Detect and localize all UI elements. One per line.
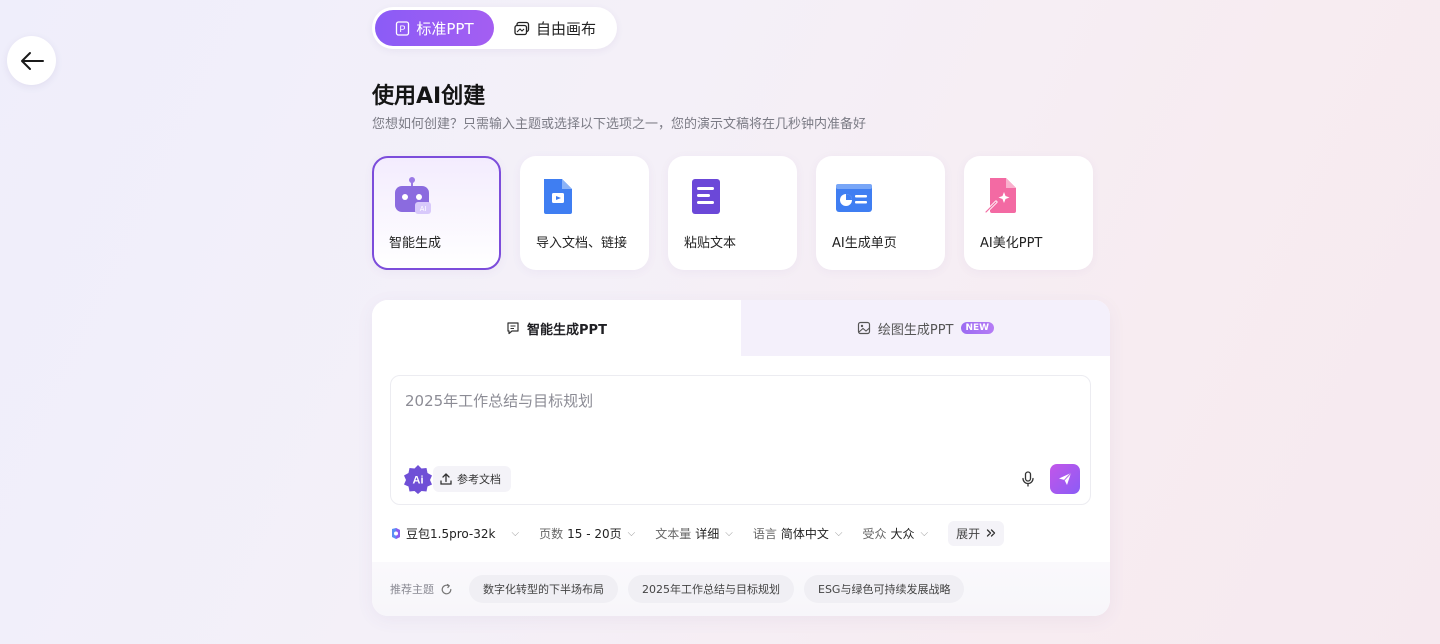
single-page-icon	[836, 184, 872, 212]
recommended-topics-label: 推荐主题	[390, 581, 453, 597]
double-chevron-right-icon	[986, 529, 996, 537]
generate-tabs: 智能生成PPT 绘图生成PPT NEW	[372, 300, 1110, 356]
free-canvas-label: 自由画布	[536, 19, 597, 38]
tab-smart-ppt-label: 智能生成PPT	[527, 322, 607, 338]
doubao-logo-icon	[392, 527, 400, 539]
refresh-icon[interactable]	[440, 583, 453, 596]
pages-value: 15 - 20页	[567, 526, 622, 541]
card-label: 导入文档、链接	[536, 236, 628, 251]
audience-label: 受众	[862, 526, 887, 541]
card-beautify-ppt[interactable]: AI美化PPT	[964, 156, 1093, 270]
ppt-icon: P	[396, 20, 410, 36]
recommended-topics: 推荐主题 数字化转型的下半场布局 2025年工作总结与目标规划 ESG与绿色可持…	[372, 562, 1110, 616]
creation-options: AI 智能生成 导入文档、链接 粘贴文本 AI生成单页 AI美化PPT	[372, 156, 1093, 270]
microphone-icon[interactable]	[1019, 470, 1037, 488]
tab-drawing-ppt[interactable]: 绘图生成PPT NEW	[741, 300, 1110, 356]
card-single-page[interactable]: AI生成单页	[816, 156, 945, 270]
chevron-down-icon: ⌵	[920, 527, 929, 539]
page-title: 使用AI创建	[372, 84, 486, 109]
recommend-label-text: 推荐主题	[390, 583, 434, 596]
chevron-down-icon: ⌵	[834, 527, 843, 539]
card-paste-text[interactable]: 粘贴文本	[668, 156, 797, 270]
card-label: AI生成单页	[832, 236, 897, 251]
reference-doc-button[interactable]: 参考文档	[433, 466, 511, 492]
generation-options: 豆包1.5pro-32k ⌵ 页数 15 - 20页 ⌵ 文本量 详细 ⌵ 语言…	[390, 520, 1005, 546]
reference-doc-label: 参考文档	[457, 473, 501, 486]
free-canvas-button[interactable]: 自由画布	[498, 10, 612, 46]
tab-smart-ppt[interactable]: 智能生成PPT	[372, 300, 741, 356]
prompt-input[interactable]: 2025年工作总结与目标规划 Ai 参考文档	[390, 375, 1091, 505]
chevron-down-icon: ⌵	[725, 527, 733, 539]
language-value: 简体中文	[780, 526, 829, 541]
card-label: 粘贴文本	[684, 236, 737, 251]
topic-chip[interactable]: ESG与绿色可持续发展战略	[804, 575, 965, 603]
chevron-down-icon: ⌵	[627, 527, 636, 539]
pages-label: 页数	[539, 526, 564, 541]
canvas-icon	[514, 21, 530, 35]
svg-text:AI: AI	[420, 206, 427, 213]
tab-drawing-ppt-label: 绘图生成PPT	[877, 322, 954, 338]
chat-icon	[507, 322, 519, 335]
audience-select[interactable]: 受众 大众 ⌵	[862, 525, 928, 542]
expand-options-button[interactable]: 展开	[948, 520, 1005, 546]
topic-chip[interactable]: 2025年工作总结与目标规划	[628, 575, 794, 603]
text-amount-value: 详细	[695, 526, 720, 541]
text-amount-label: 文本量	[655, 526, 692, 541]
paste-text-icon	[692, 179, 720, 214]
mode-switch: P 标准PPT 自由画布	[372, 7, 617, 49]
ai-model-badge[interactable]: Ai	[403, 464, 433, 494]
expand-label: 展开	[956, 526, 981, 541]
model-select[interactable]: 豆包1.5pro-32k ⌵	[390, 525, 519, 542]
send-button[interactable]	[1050, 464, 1080, 494]
send-icon	[1059, 472, 1072, 485]
arrow-left-icon	[20, 51, 44, 70]
text-amount-select[interactable]: 文本量 详细 ⌵	[655, 525, 733, 542]
upload-icon	[440, 473, 452, 485]
pages-select[interactable]: 页数 15 - 20页 ⌵	[539, 525, 635, 542]
language-label: 语言	[752, 526, 777, 541]
import-doc-icon	[544, 179, 572, 214]
ai-badge-text: Ai	[413, 475, 424, 487]
standard-ppt-button[interactable]: P 标准PPT	[375, 10, 494, 46]
generate-panel: 智能生成PPT 绘图生成PPT NEW 2025年工作总结与目标规划 Ai 参考…	[372, 300, 1110, 616]
language-select[interactable]: 语言 简体中文 ⌵	[753, 525, 843, 542]
image-icon	[857, 321, 870, 335]
page-subtitle: 您想如何创建？只需输入主题或选择以下选项之一，您的演示文稿将在几秒钟内准备好	[372, 117, 867, 132]
audience-value: 大众	[890, 526, 915, 541]
back-button[interactable]	[7, 36, 56, 85]
model-label: 豆包1.5pro-32k	[406, 526, 496, 541]
topic-chip[interactable]: 数字化转型的下半场布局	[469, 575, 618, 603]
card-smart-generate[interactable]: AI 智能生成	[372, 156, 501, 270]
standard-ppt-label: 标准PPT	[416, 19, 474, 38]
robot-icon: AI	[395, 177, 431, 214]
prompt-text[interactable]: 2025年工作总结与目标规划	[405, 390, 593, 411]
beautify-icon	[984, 178, 1016, 214]
card-import-doc[interactable]: 导入文档、链接	[520, 156, 649, 270]
card-label: 智能生成	[389, 236, 442, 251]
new-badge: NEW	[960, 322, 995, 334]
card-label: AI美化PPT	[980, 236, 1043, 251]
chevron-down-icon: ⌵	[511, 527, 520, 539]
svg-text:P: P	[400, 24, 406, 34]
